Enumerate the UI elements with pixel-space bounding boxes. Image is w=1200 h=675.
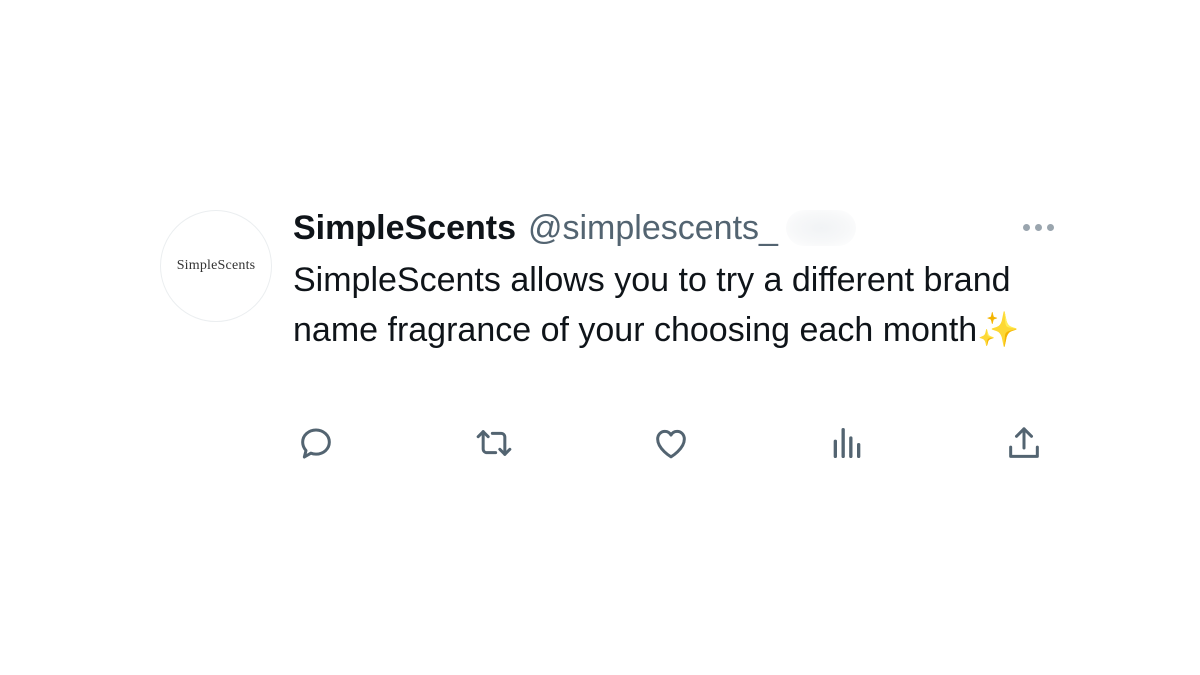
tweet-card: SimpleScents SimpleScents @simplescents_… bbox=[160, 205, 1060, 475]
reply-button[interactable] bbox=[293, 420, 339, 466]
user-handle[interactable]: @simplescents_ bbox=[528, 209, 778, 248]
more-horizontal-icon[interactable] bbox=[1018, 215, 1058, 239]
like-icon bbox=[656, 429, 686, 459]
analytics-button[interactable] bbox=[824, 420, 870, 466]
retweet-icon bbox=[476, 430, 512, 456]
display-name[interactable]: SimpleScents bbox=[293, 209, 516, 248]
redacted-area bbox=[785, 210, 856, 246]
analytics-icon bbox=[833, 428, 861, 458]
tweet-actions bbox=[293, 420, 1063, 466]
share-icon bbox=[1009, 427, 1039, 458]
reply-icon bbox=[301, 428, 331, 459]
avatar[interactable]: SimpleScents bbox=[160, 210, 272, 322]
avatar-logo: SimpleScents bbox=[176, 258, 256, 273]
share-button[interactable] bbox=[1001, 420, 1047, 466]
like-button[interactable] bbox=[648, 420, 694, 466]
tweet-header: SimpleScents @simplescents_ bbox=[293, 205, 856, 251]
tweet-text: SimpleScents allows you to try a differe… bbox=[293, 261, 1020, 349]
retweet-button[interactable] bbox=[471, 420, 517, 466]
